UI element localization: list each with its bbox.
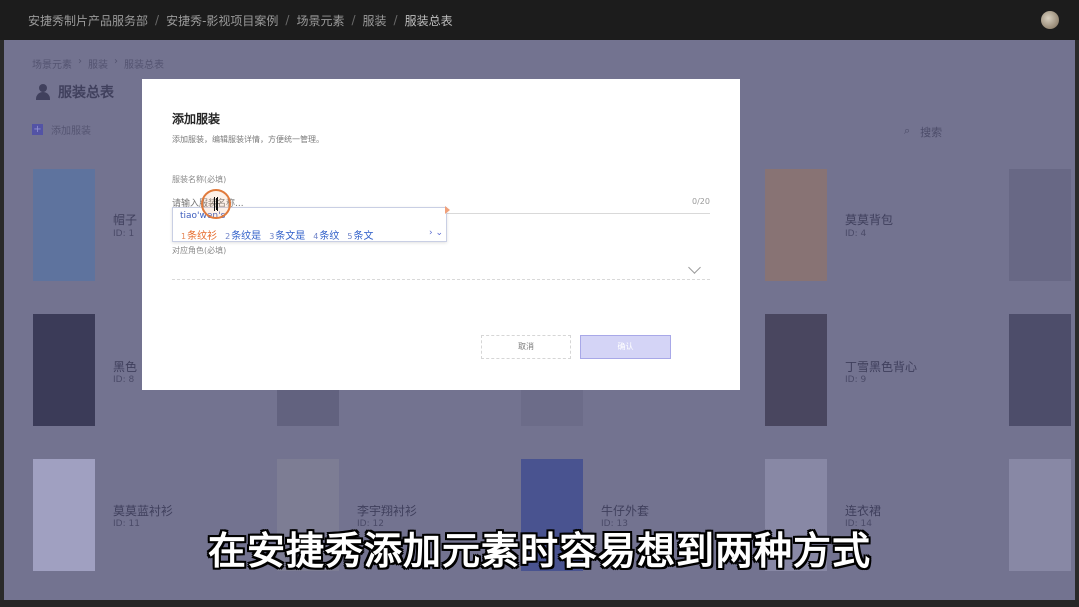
dialog-description: 添加服装，编辑服装详情，方便统一管理。 (172, 135, 324, 144)
breadcrumb-project[interactable]: 安捷秀-影视项目案例 (166, 12, 278, 29)
ime-candidate[interactable]: 1条纹衫 (181, 227, 217, 242)
breadcrumb-org[interactable]: 安捷秀制片产品服务部 (28, 12, 148, 29)
avatar[interactable] (1041, 11, 1059, 29)
breadcrumb-separator: / (393, 13, 398, 27)
breadcrumb-costume-list: 服装总表 (404, 13, 453, 28)
ime-candidate-number: 5 (347, 232, 353, 241)
costume-name-label-text: 服装名称 (172, 175, 204, 184)
ime-candidate-text: 条纹 (319, 231, 340, 242)
ime-candidate[interactable]: 5条文 (347, 227, 373, 242)
breadcrumb-separator: / (155, 13, 160, 27)
bottom-strip (0, 600, 1079, 607)
ime-candidate-text: 条文 (353, 231, 374, 242)
required-marker: (必填) (204, 175, 227, 184)
breadcrumb-costume[interactable]: 服装 (363, 12, 387, 29)
ime-candidate[interactable]: 3条文是 (269, 227, 305, 242)
confirm-button[interactable]: 确认 (580, 335, 671, 359)
ime-arrow-icon (445, 206, 450, 214)
text-cursor-icon (214, 197, 218, 211)
ime-candidate-text: 条文是 (275, 231, 306, 242)
breadcrumb-separator: / (351, 13, 356, 27)
video-caption: 在安捷秀添加元素时容易想到两种方式 (207, 529, 871, 573)
ime-page-next-icon[interactable]: › ⌄ (429, 228, 443, 238)
breadcrumb-scene-elements[interactable]: 场景元素 (296, 12, 344, 29)
costume-name-label: 服装名称(必填) (172, 174, 226, 185)
ime-candidate-text: 条纹是 (231, 231, 262, 242)
ime-candidate-number: 4 (313, 232, 319, 241)
ime-candidate-number: 1 (181, 232, 187, 241)
chevron-down-icon[interactable] (688, 261, 701, 274)
ime-candidate-number: 3 (269, 232, 275, 241)
breadcrumb-separator: / (285, 13, 290, 27)
ime-candidate[interactable]: 2条纹是 (225, 227, 261, 242)
ime-candidate[interactable]: 4条纹 (313, 227, 339, 242)
top-navigation-bar: 安捷秀制片产品服务部 / 安捷秀-影视项目案例 / 场景元素 / 服装 / 服装… (0, 0, 1079, 40)
character-counter: 0/20 (692, 197, 710, 206)
cancel-button[interactable]: 取消 (481, 335, 571, 359)
dialog-title: 添加服装 (172, 112, 221, 126)
ime-candidate-list: 1条纹衫 2条纹是 3条文是 4条纹 5条文 (181, 227, 373, 242)
role-label-text: 对应角色 (172, 246, 204, 255)
ime-candidate-text: 条纹衫 (187, 231, 218, 242)
role-select[interactable] (172, 279, 710, 280)
ime-candidate-number: 2 (225, 232, 231, 241)
required-marker: (必填) (204, 246, 227, 255)
role-label: 对应角色(必填) (172, 245, 226, 256)
